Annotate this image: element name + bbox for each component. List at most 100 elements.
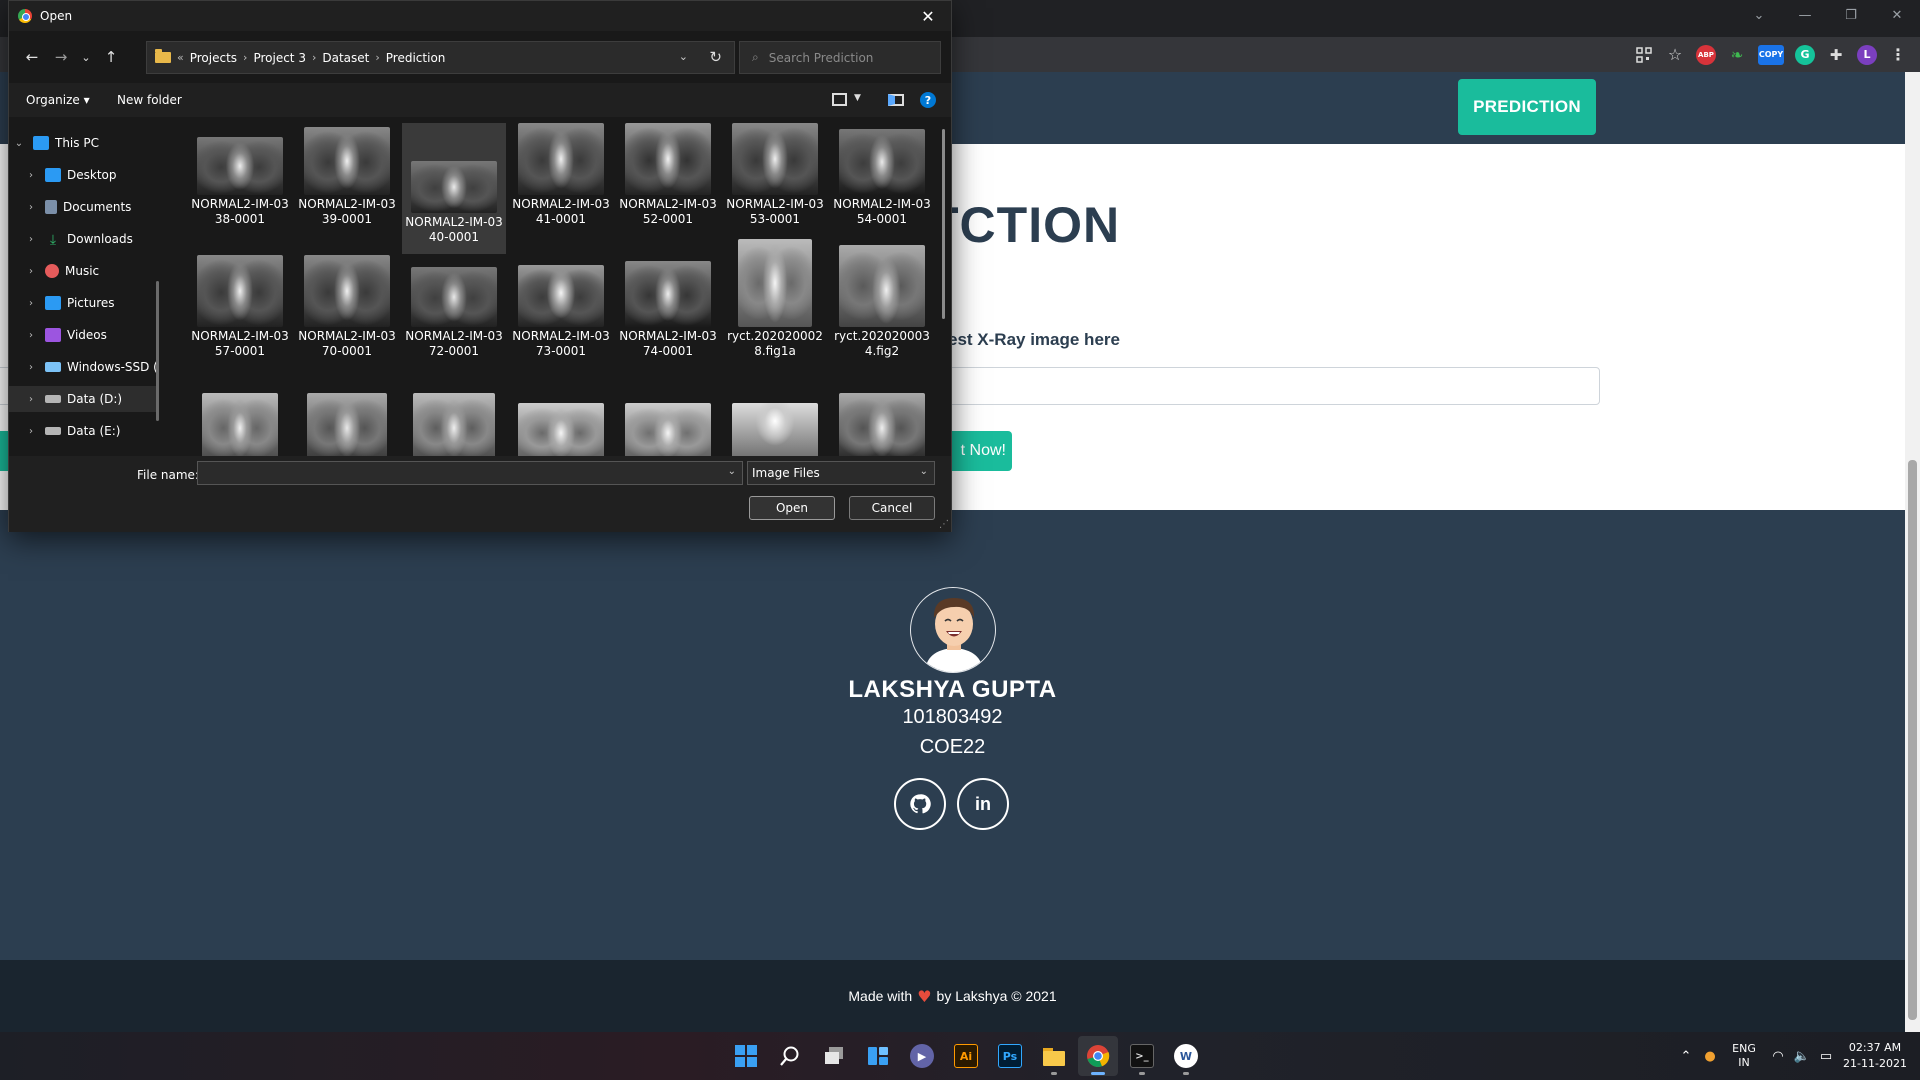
chevron-right-icon[interactable]: ›	[375, 51, 379, 64]
page-scrollbar[interactable]	[1905, 72, 1920, 1032]
search-icon[interactable]	[770, 1036, 810, 1076]
close-browser-button[interactable]: ✕	[1874, 0, 1920, 30]
widgets-icon[interactable]	[858, 1036, 898, 1076]
nav-videos[interactable]: › Videos	[9, 322, 159, 348]
language-indicator[interactable]: ENG IN	[1722, 1042, 1766, 1070]
breadcrumb-overflow[interactable]: «	[177, 51, 184, 64]
open-button[interactable]: Open	[749, 496, 835, 520]
linkedin-button[interactable]: in	[957, 778, 1009, 830]
recent-locations-icon[interactable]: ⌄	[75, 46, 97, 68]
nav-downloads[interactable]: › ⤓ Downloads	[9, 226, 159, 252]
nav-data-e[interactable]: › Data (E:)	[9, 418, 159, 444]
minimize-button[interactable]: —	[1782, 0, 1828, 30]
grammarly-icon[interactable]: G	[1795, 44, 1815, 65]
up-folder-icon[interactable]: ↑	[100, 46, 122, 68]
file-item[interactable]: NORMAL2-IM-0339-0001	[295, 123, 399, 226]
nav-desktop[interactable]: › Desktop	[9, 162, 159, 188]
breadcrumb-projects[interactable]: Projects	[190, 51, 237, 65]
file-item[interactable]: NORMAL2-IM-0352-0001	[616, 123, 720, 226]
resize-grip-icon[interactable]: ⋰	[939, 519, 949, 530]
nav-pane-scrollbar[interactable]	[156, 281, 159, 421]
file-item[interactable]: NORMAL2-IM-0338-0001	[188, 123, 292, 226]
copy-extension-icon[interactable]: COPY	[1758, 44, 1784, 65]
file-item[interactable]	[616, 403, 720, 456]
file-item[interactable]	[402, 393, 506, 456]
breadcrumb-project-3[interactable]: Project 3	[253, 51, 306, 65]
puzzle-icon[interactable]: ✚	[1826, 45, 1846, 65]
file-item[interactable]	[723, 403, 827, 456]
chevron-right-icon[interactable]: ›	[25, 298, 37, 309]
file-item[interactable]: NORMAL2-IM-0353-0001	[723, 123, 827, 226]
breadcrumb-dataset[interactable]: Dataset	[322, 51, 369, 65]
page-scrollbar-thumb[interactable]	[1908, 460, 1917, 1020]
back-icon[interactable]: ←	[21, 46, 43, 68]
file-name-input[interactable]: ⌄	[197, 461, 743, 485]
chevron-right-icon[interactable]: ›	[243, 51, 247, 64]
file-item-selected[interactable]: NORMAL2-IM-0340-0001	[402, 123, 506, 254]
file-item[interactable]: NORMAL2-IM-0372-0001	[402, 255, 506, 358]
view-options-chevron-icon[interactable]: ▼	[854, 93, 861, 103]
cancel-button[interactable]: Cancel	[849, 496, 935, 520]
terminal-icon[interactable]: >_	[1122, 1036, 1162, 1076]
organize-button[interactable]: Organize ▾	[26, 93, 90, 107]
teams-chat-icon[interactable]: ▶	[902, 1036, 942, 1076]
battery-icon[interactable]: ▭	[1814, 1049, 1838, 1064]
nav-pictures[interactable]: › Pictures	[9, 290, 159, 316]
chevron-right-icon[interactable]: ›	[25, 362, 37, 373]
file-explorer-icon[interactable]	[1034, 1036, 1074, 1076]
chevron-right-icon[interactable]: ›	[25, 234, 37, 245]
volume-icon[interactable]: 🔈	[1790, 1049, 1814, 1064]
file-item[interactable]: NORMAL2-IM-0354-0001	[830, 123, 934, 226]
search-box[interactable]: ⌕ Search Prediction	[739, 41, 941, 74]
file-type-select[interactable]: Image Files ⌄	[747, 461, 935, 485]
refresh-icon[interactable]: ↻	[709, 48, 722, 66]
clock[interactable]: 02:37 AM 21-11-2021	[1838, 1040, 1912, 1072]
github-button[interactable]	[894, 778, 946, 830]
chevron-down-icon[interactable]: ⌄	[13, 138, 25, 149]
chrome-icon[interactable]	[1078, 1036, 1118, 1076]
chevron-right-icon[interactable]: ›	[25, 170, 37, 181]
wifi-icon[interactable]: ◠	[1766, 1049, 1790, 1064]
nav-this-pc[interactable]: ⌄ This PC	[9, 130, 159, 156]
chevron-down-icon[interactable]: ⌄	[728, 466, 736, 477]
illustrator-icon[interactable]: Ai	[946, 1036, 986, 1076]
file-item[interactable]: NORMAL2-IM-0357-0001	[188, 255, 292, 358]
forward-icon[interactable]: →	[50, 46, 72, 68]
prediction-nav-button[interactable]: PREDICTION	[1458, 79, 1596, 135]
tab-search-button[interactable]: ⌄	[1736, 0, 1782, 30]
restore-button[interactable]: ❐	[1828, 0, 1874, 30]
help-icon[interactable]: ?	[920, 92, 936, 108]
leaf-icon[interactable]: ❧	[1727, 45, 1747, 65]
chevron-right-icon[interactable]: ›	[25, 266, 37, 277]
file-list-scrollbar[interactable]	[942, 129, 945, 319]
nav-data-d[interactable]: › Data (D:)	[9, 386, 159, 412]
file-item[interactable]: NORMAL2-IM-0373-0001	[509, 255, 613, 358]
star-icon[interactable]: ☆	[1665, 45, 1685, 65]
chevron-right-icon[interactable]: ›	[25, 394, 37, 405]
chevron-right-icon[interactable]: ›	[25, 202, 37, 213]
chevron-down-icon[interactable]: ⌄	[679, 50, 688, 63]
dialog-close-button[interactable]: ✕	[905, 1, 951, 31]
file-item[interactable]: ryct.2020200034.fig2	[830, 245, 934, 358]
file-item[interactable]: NORMAL2-IM-0374-0001	[616, 255, 720, 358]
more-icon[interactable]: ⋮	[1888, 45, 1908, 65]
word-icon[interactable]: W	[1166, 1036, 1206, 1076]
file-item[interactable]	[188, 393, 292, 456]
file-item[interactable]	[295, 393, 399, 456]
microphone-icon[interactable]: ●	[1698, 1049, 1722, 1064]
nav-documents[interactable]: › Documents	[9, 194, 159, 220]
file-item[interactable]: ryct.2020200028.fig1a	[723, 239, 827, 358]
nav-windows-ssd[interactable]: › Windows-SSD (	[9, 354, 159, 380]
preview-pane-icon[interactable]	[888, 94, 904, 106]
nav-music[interactable]: › Music	[9, 258, 159, 284]
file-item[interactable]	[509, 403, 613, 456]
windows-start-icon[interactable]	[726, 1036, 766, 1076]
file-item[interactable]: NORMAL2-IM-0341-0001	[509, 123, 613, 226]
adblock-icon[interactable]: ABP	[1696, 44, 1716, 65]
chevron-right-icon[interactable]: ›	[25, 330, 37, 341]
show-desktop-button[interactable]	[1912, 1032, 1920, 1080]
file-item[interactable]: NORMAL2-IM-0370-0001	[295, 255, 399, 358]
photoshop-icon[interactable]: Ps	[990, 1036, 1030, 1076]
task-view-icon[interactable]	[814, 1036, 854, 1076]
change-view-icon[interactable]	[832, 93, 847, 106]
